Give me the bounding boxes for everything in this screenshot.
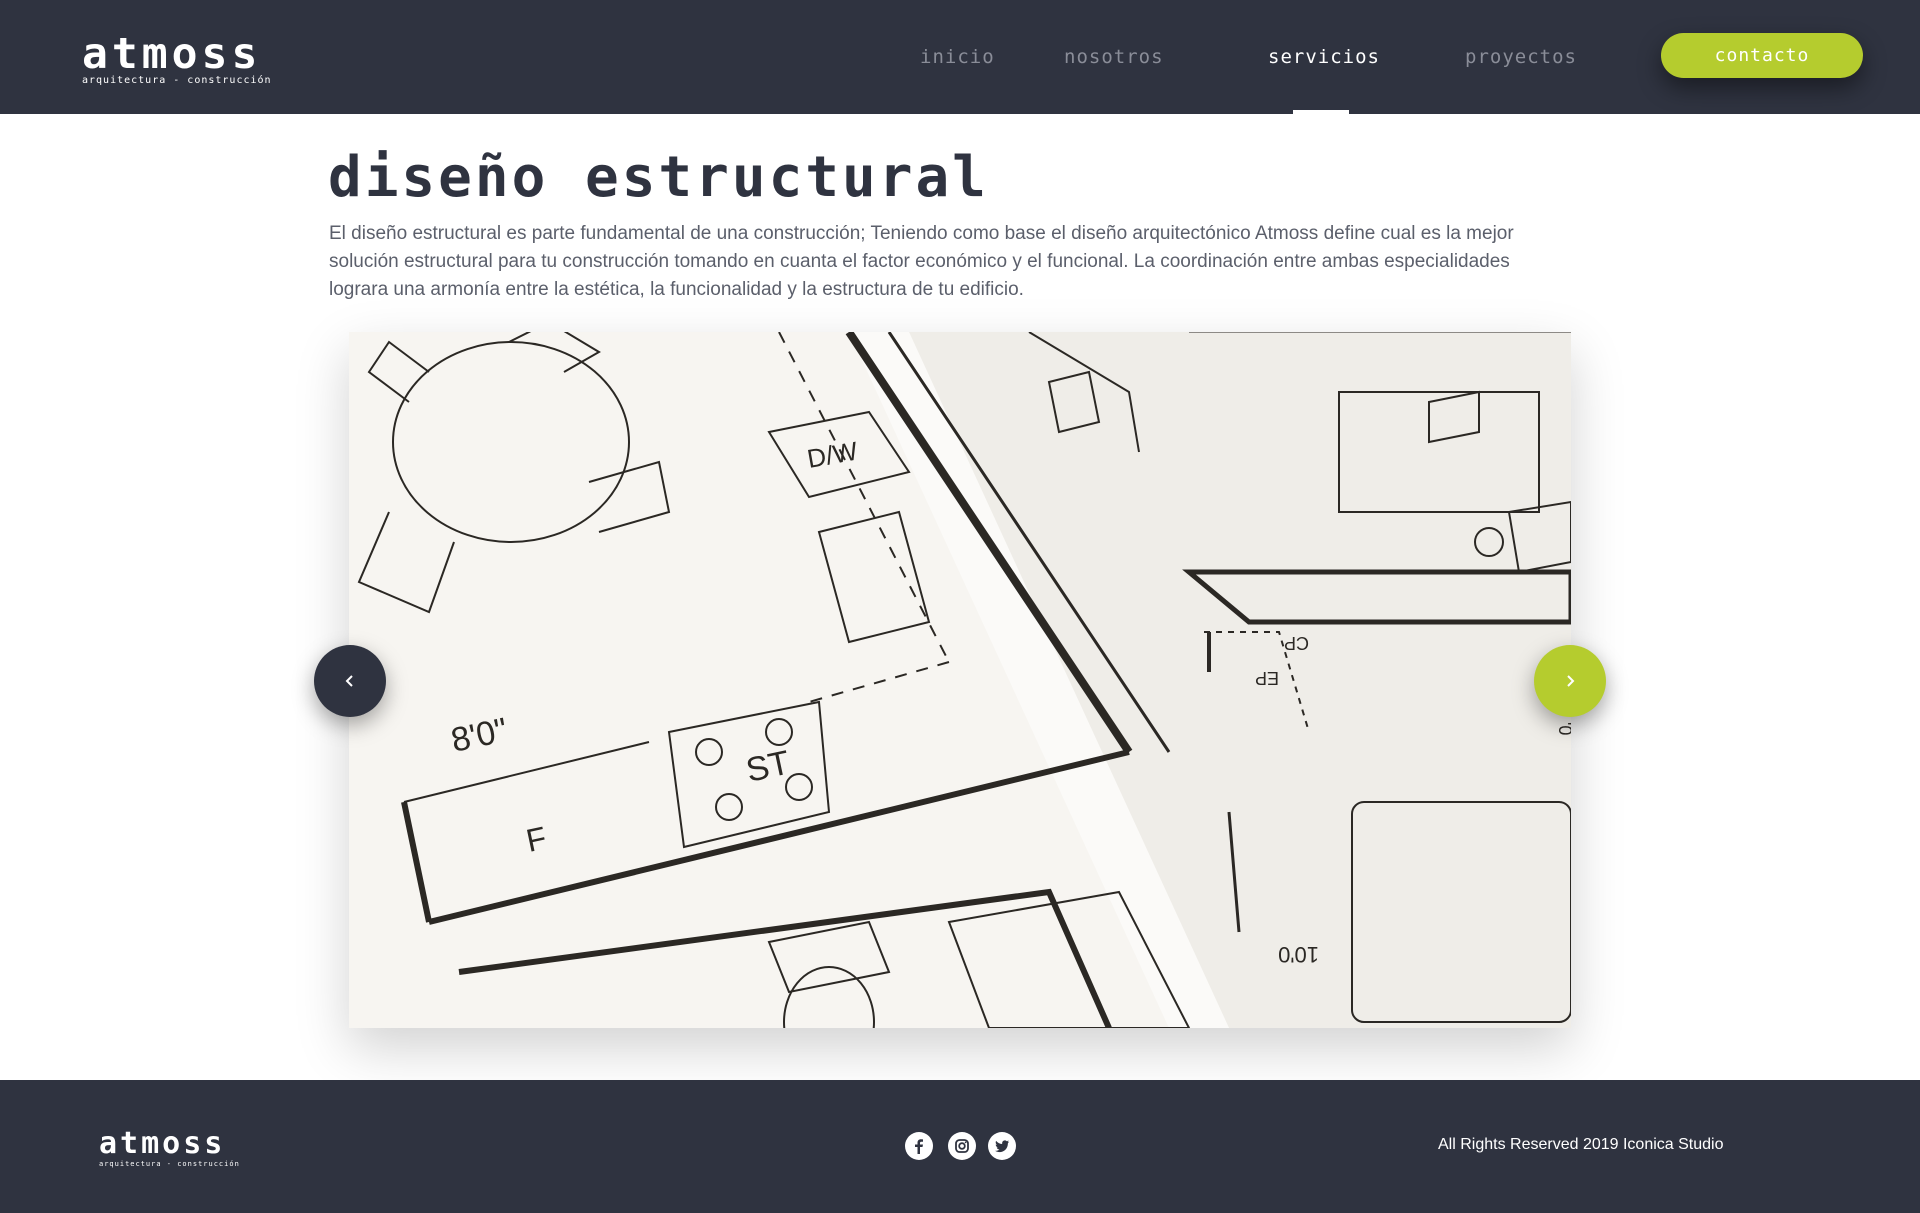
facebook-icon bbox=[915, 1139, 923, 1154]
footer-logo-wordmark: atmoss bbox=[99, 1126, 226, 1161]
site-header: atmoss arquitectura - construcción inici… bbox=[0, 0, 1920, 114]
logo[interactable]: atmoss arquitectura - construcción bbox=[82, 32, 312, 86]
contact-button[interactable]: contacto bbox=[1661, 33, 1863, 78]
logo-wordmark: atmoss bbox=[82, 29, 262, 79]
page-title: diseño estructural bbox=[328, 145, 989, 210]
slider-prev-button[interactable] bbox=[314, 645, 386, 717]
image-slider[interactable]: D/W 8'0" ST F CP EP 10'0 '0 bbox=[349, 332, 1571, 1028]
instagram-icon bbox=[955, 1139, 969, 1153]
nav-proyectos[interactable]: proyectos bbox=[1465, 44, 1577, 70]
facebook-link[interactable] bbox=[905, 1132, 933, 1160]
svg-text:EP: EP bbox=[1255, 668, 1279, 688]
instagram-link[interactable] bbox=[948, 1132, 976, 1160]
logo-tagline: arquitectura - construcción bbox=[82, 75, 272, 86]
nav-inicio[interactable]: inicio bbox=[920, 44, 995, 70]
twitter-icon bbox=[995, 1140, 1009, 1153]
nav-servicios[interactable]: servicios bbox=[1268, 44, 1380, 70]
active-nav-indicator bbox=[1293, 110, 1349, 114]
site-footer: atmoss arquitectura - construcción All R… bbox=[0, 1080, 1920, 1213]
copyright-text: All Rights Reserved 2019 Iconica Studio bbox=[1438, 1136, 1724, 1153]
svg-text:10'0: 10'0 bbox=[1278, 942, 1319, 967]
footer-logo-tagline: arquitectura - construcción bbox=[99, 1160, 240, 1168]
slider-next-button[interactable] bbox=[1534, 645, 1606, 717]
blueprint-image: D/W 8'0" ST F CP EP 10'0 '0 bbox=[349, 332, 1571, 1028]
intro-text: El diseño estructural es parte fundament… bbox=[329, 223, 1514, 300]
twitter-link[interactable] bbox=[988, 1132, 1016, 1160]
chevron-left-icon bbox=[345, 675, 353, 687]
footer-logo[interactable]: atmoss arquitectura - construcción bbox=[99, 1126, 269, 1169]
svg-text:CP: CP bbox=[1284, 633, 1309, 653]
svg-text:'0: '0 bbox=[1555, 722, 1571, 735]
nav-nosotros[interactable]: nosotros bbox=[1064, 44, 1164, 70]
chevron-right-icon bbox=[1567, 675, 1575, 687]
